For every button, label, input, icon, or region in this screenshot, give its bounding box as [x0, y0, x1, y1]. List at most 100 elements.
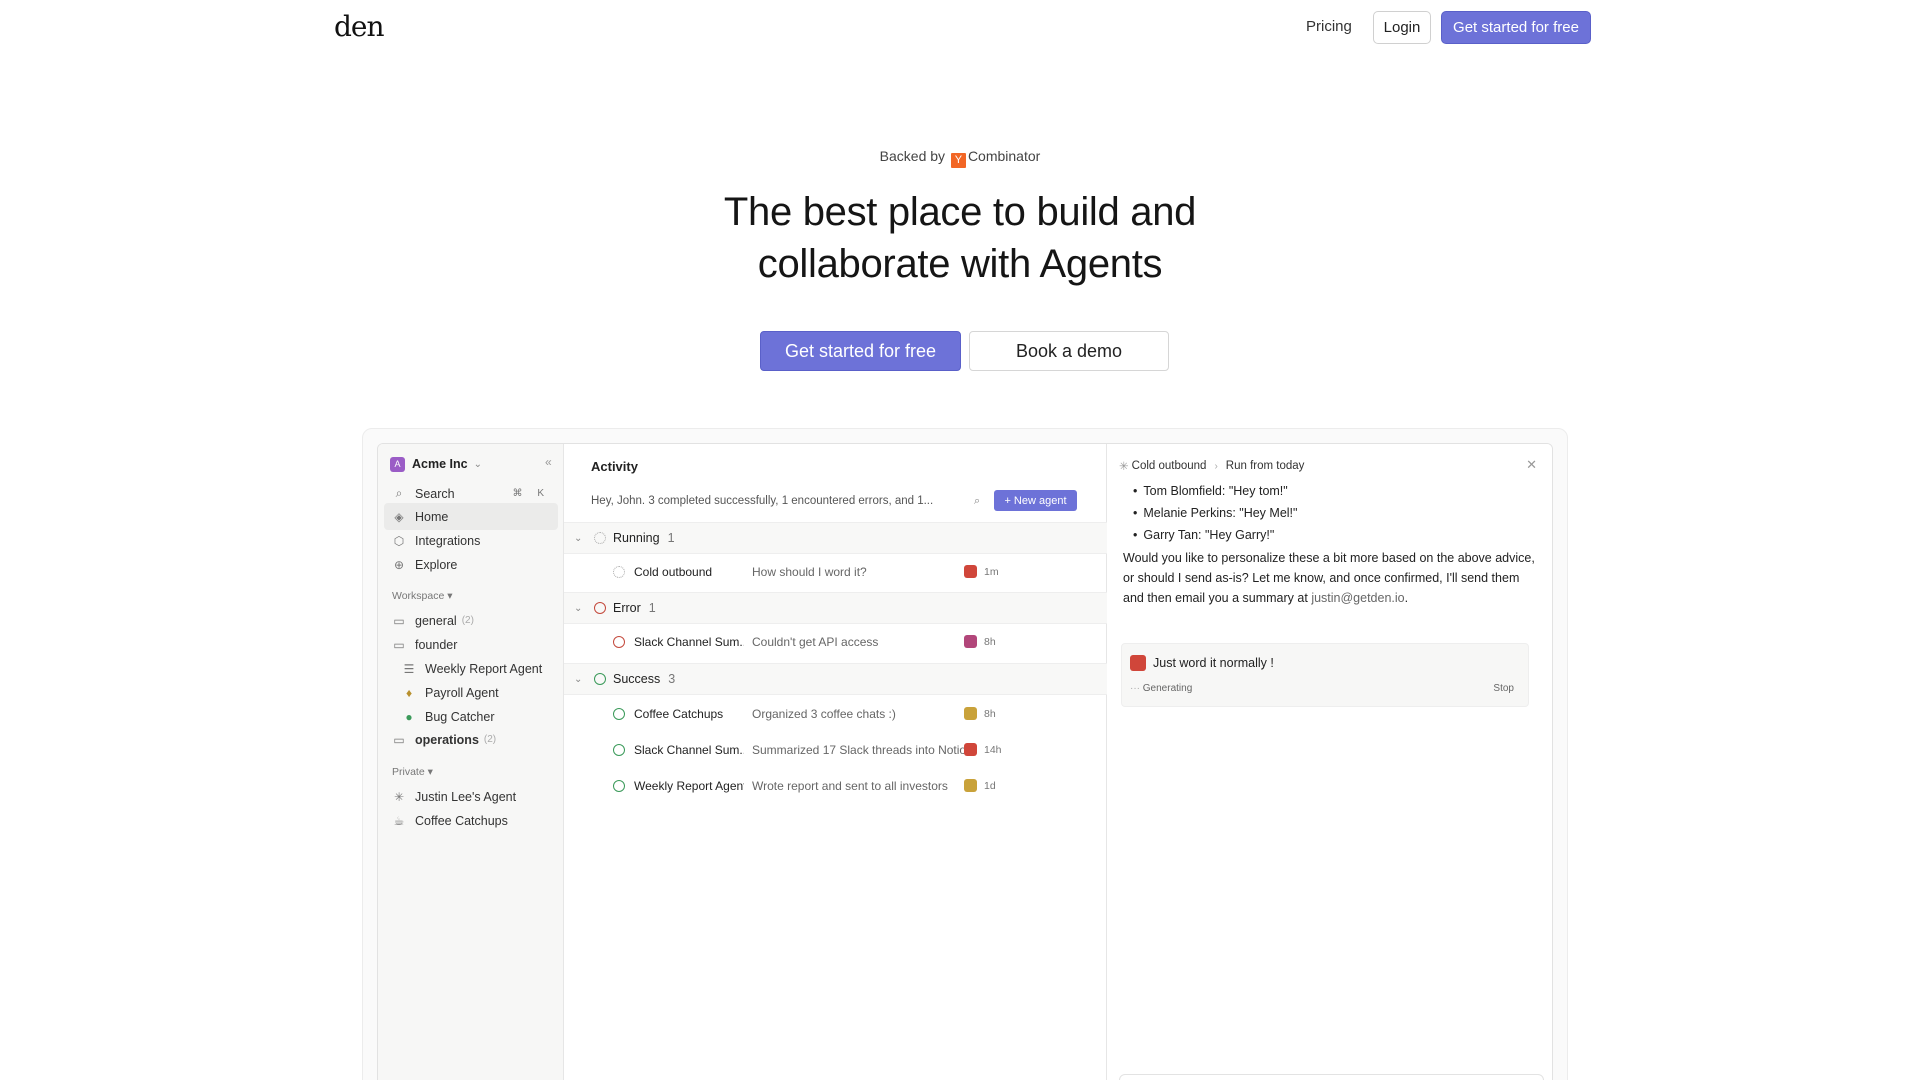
chevron-down-icon: ⌄ [574, 673, 583, 685]
group-label: Running [613, 531, 660, 545]
breadcrumb: ✳ Cold outbound › Run from today [1119, 459, 1304, 473]
top-nav: den Pricing Login Get started for free [0, 0, 1920, 54]
generating-status: ··· Generating [1130, 683, 1192, 694]
folder-label: operations [415, 732, 479, 747]
row-agent-name: Cold outbound [634, 564, 713, 579]
nav-get-started-button[interactable]: Get started for free [1441, 11, 1591, 44]
activity-row[interactable]: Cold outbound How should I word it? 1m [564, 554, 1107, 589]
group-success[interactable]: ⌄ Success 3 [564, 663, 1107, 695]
sidebar-item-label: Integrations [415, 533, 481, 548]
bullet-item: Garry Tan: "Hey Garry!" [1133, 524, 1297, 546]
row-time: 1m [984, 565, 999, 578]
sidebar-item-integrations[interactable]: ⬡ Integrations [384, 527, 558, 554]
den-logo[interactable]: den [334, 10, 385, 43]
user-avatar [964, 565, 977, 578]
chevron-right-icon: › [1214, 460, 1218, 472]
generating-label: Generating [1142, 683, 1193, 694]
activity-row[interactable]: Coffee Catchups Organized 3 coffee chats… [564, 696, 1107, 731]
folder-label: founder [415, 637, 458, 652]
folder-operations[interactable]: ▭ operations (2) [384, 726, 558, 753]
integrations-icon: ⬡ [393, 533, 405, 548]
activity-title: Activity [591, 459, 638, 474]
sidebar: A Acme Inc ⌄ « ⌕ Search ⌘ K ◈ Home ⬡ Int… [378, 444, 564, 1080]
search-icon[interactable]: ⌕ [974, 495, 980, 508]
activity-row[interactable]: Slack Channel Sum... Summarized 17 Slack… [564, 732, 1107, 767]
row-agent-name: Weekly Report Agent [634, 778, 744, 793]
agent-message-end: . [1404, 591, 1409, 605]
close-icon[interactable]: ✕ [1526, 457, 1537, 473]
folder-general[interactable]: ▭ general (2) [384, 607, 558, 634]
error-status-icon [613, 635, 625, 648]
folder-founder[interactable]: ▭ founder [384, 631, 558, 658]
agent-label: Weekly Report Agent [425, 661, 543, 676]
folder-icon: ▭ [393, 732, 405, 747]
pricing-link[interactable]: Pricing [1306, 18, 1352, 35]
row-time: 8h [984, 635, 996, 648]
folder-count: (2) [461, 615, 474, 626]
group-error[interactable]: ⌄ Error 1 [564, 592, 1107, 624]
row-time: 1d [984, 779, 996, 792]
agent-label: Justin Lee's Agent [415, 789, 517, 804]
search-icon: ⌕ [395, 486, 403, 500]
row-description: Organized 3 coffee chats :) [752, 706, 896, 721]
user-message-box: Just word it normally ! ··· Generating S… [1121, 643, 1529, 707]
success-status-icon [594, 673, 606, 685]
hero-get-started-button[interactable]: Get started for free [760, 331, 961, 371]
message-bullets: Tom Blomfield: "Hey tom!" Melanie Perkin… [1133, 480, 1297, 546]
activity-pane: Activity Hey, John. 3 completed successf… [564, 444, 1107, 1080]
combinator-text: Combinator [967, 148, 1041, 164]
user-avatar [964, 743, 977, 756]
sidebar-item-explore[interactable]: ⊕ Explore [384, 551, 558, 578]
row-time: 8h [984, 707, 996, 720]
sidebar-item-home[interactable]: ◈ Home [384, 503, 558, 530]
group-count: 3 [668, 672, 676, 686]
chevron-down-icon: ⌄ [574, 532, 583, 544]
login-button[interactable]: Login [1373, 11, 1431, 44]
folder-icon: ▭ [393, 613, 405, 628]
breadcrumb-agent[interactable]: Cold outbound [1132, 460, 1207, 472]
book-demo-button[interactable]: Book a demo [969, 331, 1169, 371]
run-detail-pane: ✳ Cold outbound › Run from today ✕ Tom B… [1107, 444, 1552, 1080]
workspace-name: Acme Inc [412, 457, 468, 471]
activity-row[interactable]: Weekly Report Agent Wrote report and sen… [564, 768, 1107, 803]
hero-title-line-1: The best place to build and [723, 190, 1197, 234]
row-agent-name: Coffee Catchups [634, 706, 724, 721]
new-agent-button[interactable]: + New agent [994, 490, 1077, 511]
sidebar-private-coffee-catchups[interactable]: ☕ Coffee Catchups [384, 807, 558, 834]
email-link[interactable]: justin@getden.io [1311, 591, 1404, 605]
activity-row[interactable]: Slack Channel Sum... Couldn't get API ac… [564, 624, 1107, 659]
error-status-icon [594, 602, 606, 614]
collapse-sidebar-icon[interactable]: « [545, 455, 552, 469]
row-agent-name: Slack Channel Sum... [634, 634, 744, 649]
spinner-icon: ✳ [1119, 461, 1129, 473]
chevron-down-icon: ⌄ [574, 602, 583, 614]
agent-message: Would you like to personalize these a bi… [1123, 548, 1543, 608]
folder-count: (2) [483, 734, 497, 745]
coffee-icon: ☕ [393, 813, 405, 828]
bullet-item: Tom Blomfield: "Hey tom!" [1133, 480, 1297, 502]
message-input[interactable] [1119, 1074, 1544, 1080]
private-section-header[interactable]: Private ▾ [392, 766, 433, 778]
folder-icon: ▭ [393, 637, 405, 652]
yc-logo-icon: Y [950, 153, 966, 168]
row-description: Summarized 17 Slack threads into Notion [752, 742, 973, 757]
user-avatar [964, 635, 977, 648]
workspace-switcher[interactable]: A Acme Inc ⌄ [390, 453, 482, 475]
group-running[interactable]: ⌄ Running 1 [564, 522, 1107, 554]
group-count: 1 [648, 601, 656, 615]
sidebar-private-justin-agent[interactable]: ✳ Justin Lee's Agent [384, 783, 558, 810]
folder-label: general [415, 613, 457, 628]
search-shortcut: ⌘ K [512, 488, 550, 499]
agent-label: Bug Catcher [425, 709, 495, 724]
stop-button[interactable]: Stop [1493, 683, 1514, 694]
workspace-avatar: A [390, 456, 405, 472]
document-icon: ☰ [403, 661, 415, 676]
success-status-icon [613, 707, 625, 720]
workspace-section-header[interactable]: Workspace ▾ [392, 590, 453, 602]
money-bag-icon: ♦ [405, 685, 413, 700]
sidebar-agent-payroll[interactable]: ♦ Payroll Agent [392, 679, 558, 706]
chevron-down-icon: ⌄ [473, 458, 482, 470]
sidebar-agent-weekly-report[interactable]: ☰ Weekly Report Agent [392, 655, 558, 682]
home-icon: ◈ [394, 509, 404, 524]
row-description: Wrote report and sent to all investors [752, 778, 948, 793]
